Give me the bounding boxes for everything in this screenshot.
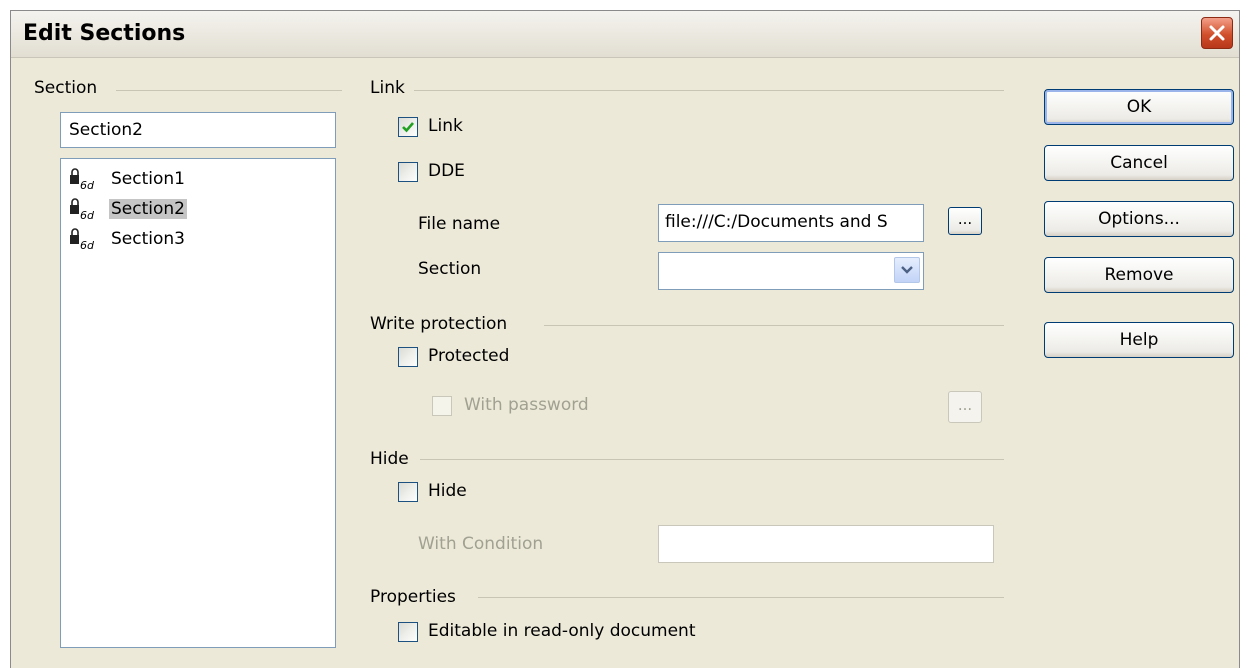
password-button[interactable]: ... (948, 391, 982, 423)
hide-checkbox[interactable] (398, 482, 418, 502)
locked-link-icon: 6d (67, 227, 103, 252)
list-item-label: Section3 (111, 229, 185, 249)
link-section-dropdown[interactable] (658, 252, 924, 290)
hide-group-separator (420, 459, 1004, 460)
list-item[interactable]: 6d Section2 (65, 195, 325, 223)
dialog-title: Edit Sections (23, 21, 186, 46)
section-list[interactable]: 6d Section1 6d Section2 6d Section3 (60, 158, 336, 648)
file-name-field[interactable]: file:///C:/Documents and S (658, 204, 924, 242)
section-name-field[interactable]: Section2 (60, 112, 336, 148)
write-protection-separator (544, 325, 1004, 326)
browse-file-button[interactable]: ... (948, 207, 982, 235)
editable-readonly-checkbox[interactable] (398, 622, 418, 642)
link-checkbox[interactable] (398, 117, 418, 137)
list-item-label: Section2 (109, 199, 187, 219)
svg-text:6d: 6d (80, 209, 95, 221)
write-protection-group-label: Write protection (370, 314, 508, 334)
protected-checkbox[interactable] (398, 347, 418, 367)
hide-checkbox-label[interactable]: Hide (428, 481, 467, 501)
editable-readonly-label[interactable]: Editable in read-only document (428, 621, 695, 641)
properties-group-label: Properties (370, 587, 456, 607)
section-link-label: Section (418, 259, 482, 279)
link-checkbox-label[interactable]: Link (428, 116, 463, 136)
dde-checkbox[interactable] (398, 162, 418, 182)
properties-group-separator (478, 597, 1004, 598)
help-button[interactable]: Help (1044, 322, 1234, 358)
dde-checkbox-label[interactable]: DDE (428, 161, 465, 181)
protected-checkbox-label[interactable]: Protected (428, 346, 509, 366)
close-button[interactable] (1201, 17, 1233, 49)
hide-group-label: Hide (370, 449, 409, 469)
remove-button[interactable]: Remove (1044, 257, 1234, 293)
condition-field[interactable] (658, 525, 994, 563)
with-password-label[interactable]: With password (464, 395, 589, 415)
options-button[interactable]: Options... (1044, 201, 1234, 237)
locked-link-icon: 6d (67, 167, 103, 192)
file-name-label: File name (418, 214, 501, 234)
list-item[interactable]: 6d Section1 (65, 165, 325, 193)
cancel-button[interactable]: Cancel (1044, 145, 1234, 181)
link-group-label: Link (370, 78, 405, 98)
list-item-label: Section1 (111, 169, 185, 189)
section-group-separator (116, 90, 342, 91)
link-group-separator (414, 90, 1004, 91)
chevron-down-icon[interactable] (894, 257, 920, 283)
ok-button[interactable]: OK (1044, 89, 1234, 125)
with-condition-label: With Condition (418, 534, 544, 554)
section-group-label: Section (34, 78, 98, 98)
svg-text:6d: 6d (80, 179, 95, 191)
svg-text:6d: 6d (80, 239, 95, 251)
locked-link-icon: 6d (67, 197, 103, 222)
title-bar[interactable]: Edit Sections (11, 11, 1239, 58)
list-item[interactable]: 6d Section3 (65, 225, 325, 253)
with-password-checkbox[interactable] (432, 396, 452, 416)
